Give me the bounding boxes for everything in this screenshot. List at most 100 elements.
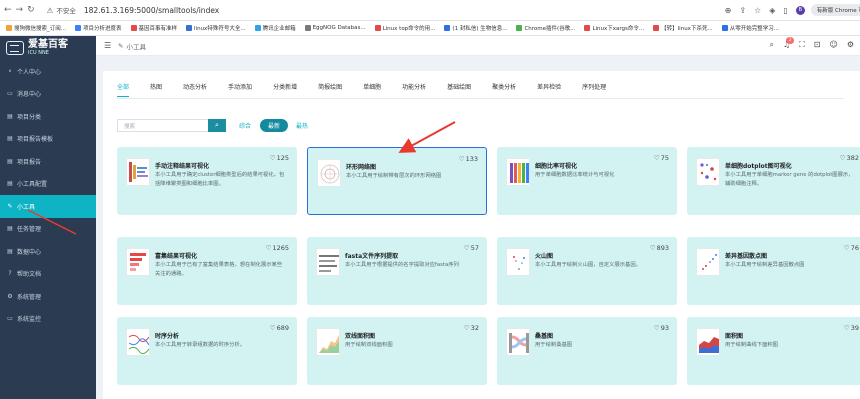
sidepanel-icon[interactable]: ▯ [783, 6, 787, 15]
tool-description: 本小工具用于单细胞marker gene 的dotplot图展示，辅助细胞注释。 [725, 172, 854, 187]
category-tab[interactable]: 手动添加 [228, 82, 252, 97]
category-tab[interactable]: 差异检验 [537, 82, 561, 97]
heart-icon: ♡ [653, 154, 660, 162]
bookmark-label: 搜狗微信搜索_订阅... [14, 26, 66, 32]
bookmark-item[interactable]: Linux top命令的用... [374, 24, 435, 32]
bookmark-item[interactable]: 搜狗微信搜索_订阅... [6, 24, 66, 32]
tool-card[interactable]: 桑基图 用于绘制桑基图 ♡ 93 [497, 317, 677, 385]
sidebar-item[interactable]: ⚬ 个人中心 [0, 60, 96, 83]
fullscreen-icon[interactable]: ⛶ [799, 40, 805, 50]
sidebar-item-icon: ⚬ [7, 67, 13, 75]
sidebar-item[interactable]: ▭ 系统监控 [0, 308, 96, 331]
tool-title: 环形网络图 [346, 164, 377, 171]
like-count[interactable]: ♡ 133 [459, 155, 478, 163]
profile-avatar[interactable]: B [795, 5, 805, 15]
sidebar-item[interactable]: ▤ 项目报告 [0, 150, 96, 173]
like-count[interactable]: ♡ 1265 [266, 244, 289, 252]
like-number: 75 [660, 154, 669, 162]
settings-icon[interactable]: ⚙ [847, 40, 854, 50]
user-icon[interactable]: ☺ [829, 40, 837, 50]
update-chrome-button[interactable]: 有新版 Chrome 可用 [810, 4, 860, 16]
sidebar-item-label: 小工具配置 [17, 181, 48, 189]
tool-card[interactable]: 差异基因散点图 本小工具用于绘制差异基因散点图 ♡ 76 [687, 237, 860, 305]
forward-icon[interactable]: → [16, 4, 24, 16]
lock-icon[interactable]: ⊡ [814, 40, 821, 50]
like-count[interactable]: ♡ 75 [654, 154, 669, 162]
logo-subtext: ICU NNE [28, 50, 49, 56]
category-tab[interactable]: 全部 [117, 82, 130, 97]
extensions-icon[interactable]: ◈ [769, 6, 775, 15]
bookmark-item[interactable]: (1 封私信) 生物信息... [444, 24, 507, 32]
sidebar-item[interactable]: ▤ 小工具配置 [0, 173, 96, 196]
sidebar-item-label: 小工具 [17, 203, 36, 211]
sidebar-item-label: 系统管理 [17, 293, 42, 301]
like-count[interactable]: ♡ 93 [654, 324, 669, 332]
bookmark-item[interactable]: 基因百事有准样 [130, 24, 177, 32]
tool-thumbnail [506, 248, 530, 276]
category-tab[interactable]: 序列处理 [582, 82, 606, 97]
sidebar-item[interactable]: ▤ 项目分类 [0, 105, 96, 128]
sidebar-item[interactable]: ⚙ 系统管理 [0, 285, 96, 308]
share-icon[interactable]: ⇪ [739, 6, 746, 15]
like-count[interactable]: ♡ 57 [464, 244, 479, 252]
tool-thumbnail [317, 159, 341, 187]
sidebar-item[interactable]: ✎ 小工具 [0, 195, 96, 218]
bell-icon[interactable]: ♫ 2 [783, 37, 795, 50]
reload-icon[interactable]: ↻ [27, 4, 35, 16]
tool-card[interactable]: 双线面积图 用于绘制双线面积图 ♡ 32 [307, 317, 487, 385]
bookmark-item[interactable]: linux特殊符号大全... [186, 24, 246, 32]
category-tab[interactable]: 分类新增 [273, 82, 297, 97]
sort-hottest[interactable]: 最热 [296, 121, 308, 130]
like-count[interactable]: ♡ 382 [840, 154, 859, 162]
category-tab[interactable]: 聚类分析 [492, 82, 516, 97]
tool-card[interactable]: 富集结果可视化 本小工具用于已有了富集结果表格，想在制化展示某些关注的通路。 ♡ 12… [117, 237, 297, 305]
tool-card[interactable]: 手动注释结果可视化 本小工具用于确定cluster细胞类型后的结果可视化，包括降维… [117, 147, 297, 215]
url-field[interactable]: ⚠ 不安全 182.61.3.169:5000/smalltools/index [47, 3, 647, 17]
sort-newest[interactable]: 最新 [260, 119, 289, 132]
tool-description: 用于绘制曲线下面积图 [725, 342, 778, 348]
tool-card[interactable]: 面积图 用于绘制曲线下面积图 ♡ 39 [687, 317, 860, 385]
sidebar-item[interactable]: ▤ 项目报告模板 [0, 128, 96, 151]
like-count[interactable]: ♡ 689 [270, 324, 289, 332]
sidebar-item[interactable]: ▤ 数据中心 [0, 240, 96, 263]
bookmark-item[interactable]: 腾讯企业邮箱 [254, 24, 296, 32]
back-icon[interactable]: ← [4, 4, 12, 16]
heart-icon: ♡ [463, 324, 470, 332]
like-count[interactable]: ♡ 76 [844, 244, 859, 252]
sidebar-item[interactable]: ▤ 任务管理 [0, 218, 96, 241]
bookmark-item[interactable]: 【转】linux下杀死... [653, 24, 713, 32]
bookmark-item[interactable]: Linux下xargs命令... [584, 24, 644, 32]
like-count[interactable]: ♡ 32 [464, 324, 479, 332]
menu-toggle-icon[interactable]: ☰ [104, 41, 112, 50]
sidebar-item[interactable]: ? 帮助文档 [0, 263, 96, 286]
tool-card[interactable]: 细胞比率可视化 用于单细胞数据比率统计与可视化 ♡ 75 [497, 147, 677, 215]
like-count[interactable]: ♡ 893 [650, 244, 669, 252]
search-button[interactable]: ⌕ [208, 119, 226, 132]
star-icon[interactable]: ☆ [754, 6, 761, 15]
tool-card[interactable]: 时序分析 本小工具用于转录组数据的时序分析。 ♡ 689 [117, 317, 297, 385]
sidebar-item[interactable]: ▭ 消息中心 [0, 83, 96, 106]
tool-card[interactable]: 火山图 本小工具用于绘制火山图，自定义展示基因。 ♡ 893 [497, 237, 677, 305]
category-tab[interactable]: 功能分析 [402, 82, 426, 97]
category-tab[interactable]: 单细胞 [363, 82, 381, 97]
tool-title: fasta文件序列提取 [345, 253, 399, 260]
translate-icon[interactable]: ⊕ [725, 6, 732, 15]
bookmark-item[interactable]: EggNOG Databas... [304, 25, 366, 31]
like-count[interactable]: ♡ 125 [270, 154, 289, 162]
sort-comprehensive[interactable]: 综合 [239, 121, 251, 130]
like-number: 125 [276, 154, 289, 162]
search-input[interactable]: 搜索 [117, 119, 208, 132]
bookmark-item[interactable]: Chrome插件(谷歌... [516, 24, 575, 32]
tool-title: 单细胞dotplot图可视化 [725, 163, 792, 170]
bookmark-item[interactable]: 从零开始完整学习... [721, 24, 779, 32]
tool-card[interactable]: fasta文件序列提取 本小工具用于根据提供的名字提取对应fasta序列 ♡ 57 [307, 237, 487, 305]
tool-card[interactable]: 单细胞dotplot图可视化本小工具用于单细胞marker gene 的dotp… [687, 147, 860, 215]
category-tab[interactable]: 热图 [150, 82, 162, 97]
tool-card[interactable]: 环形网络图 本小工具用于绘制带有层次的环形网络图 ♡ 133 [307, 147, 487, 215]
bookmark-item[interactable]: 项目分析进度表 [75, 24, 122, 32]
category-tab[interactable]: 简报绘图 [318, 82, 342, 97]
category-tab[interactable]: 动态分析 [183, 82, 207, 97]
category-tab[interactable]: 基础绘图 [447, 82, 471, 97]
search-icon[interactable]: ⌕ [770, 40, 774, 50]
like-count[interactable]: ♡ 39 [844, 324, 859, 332]
